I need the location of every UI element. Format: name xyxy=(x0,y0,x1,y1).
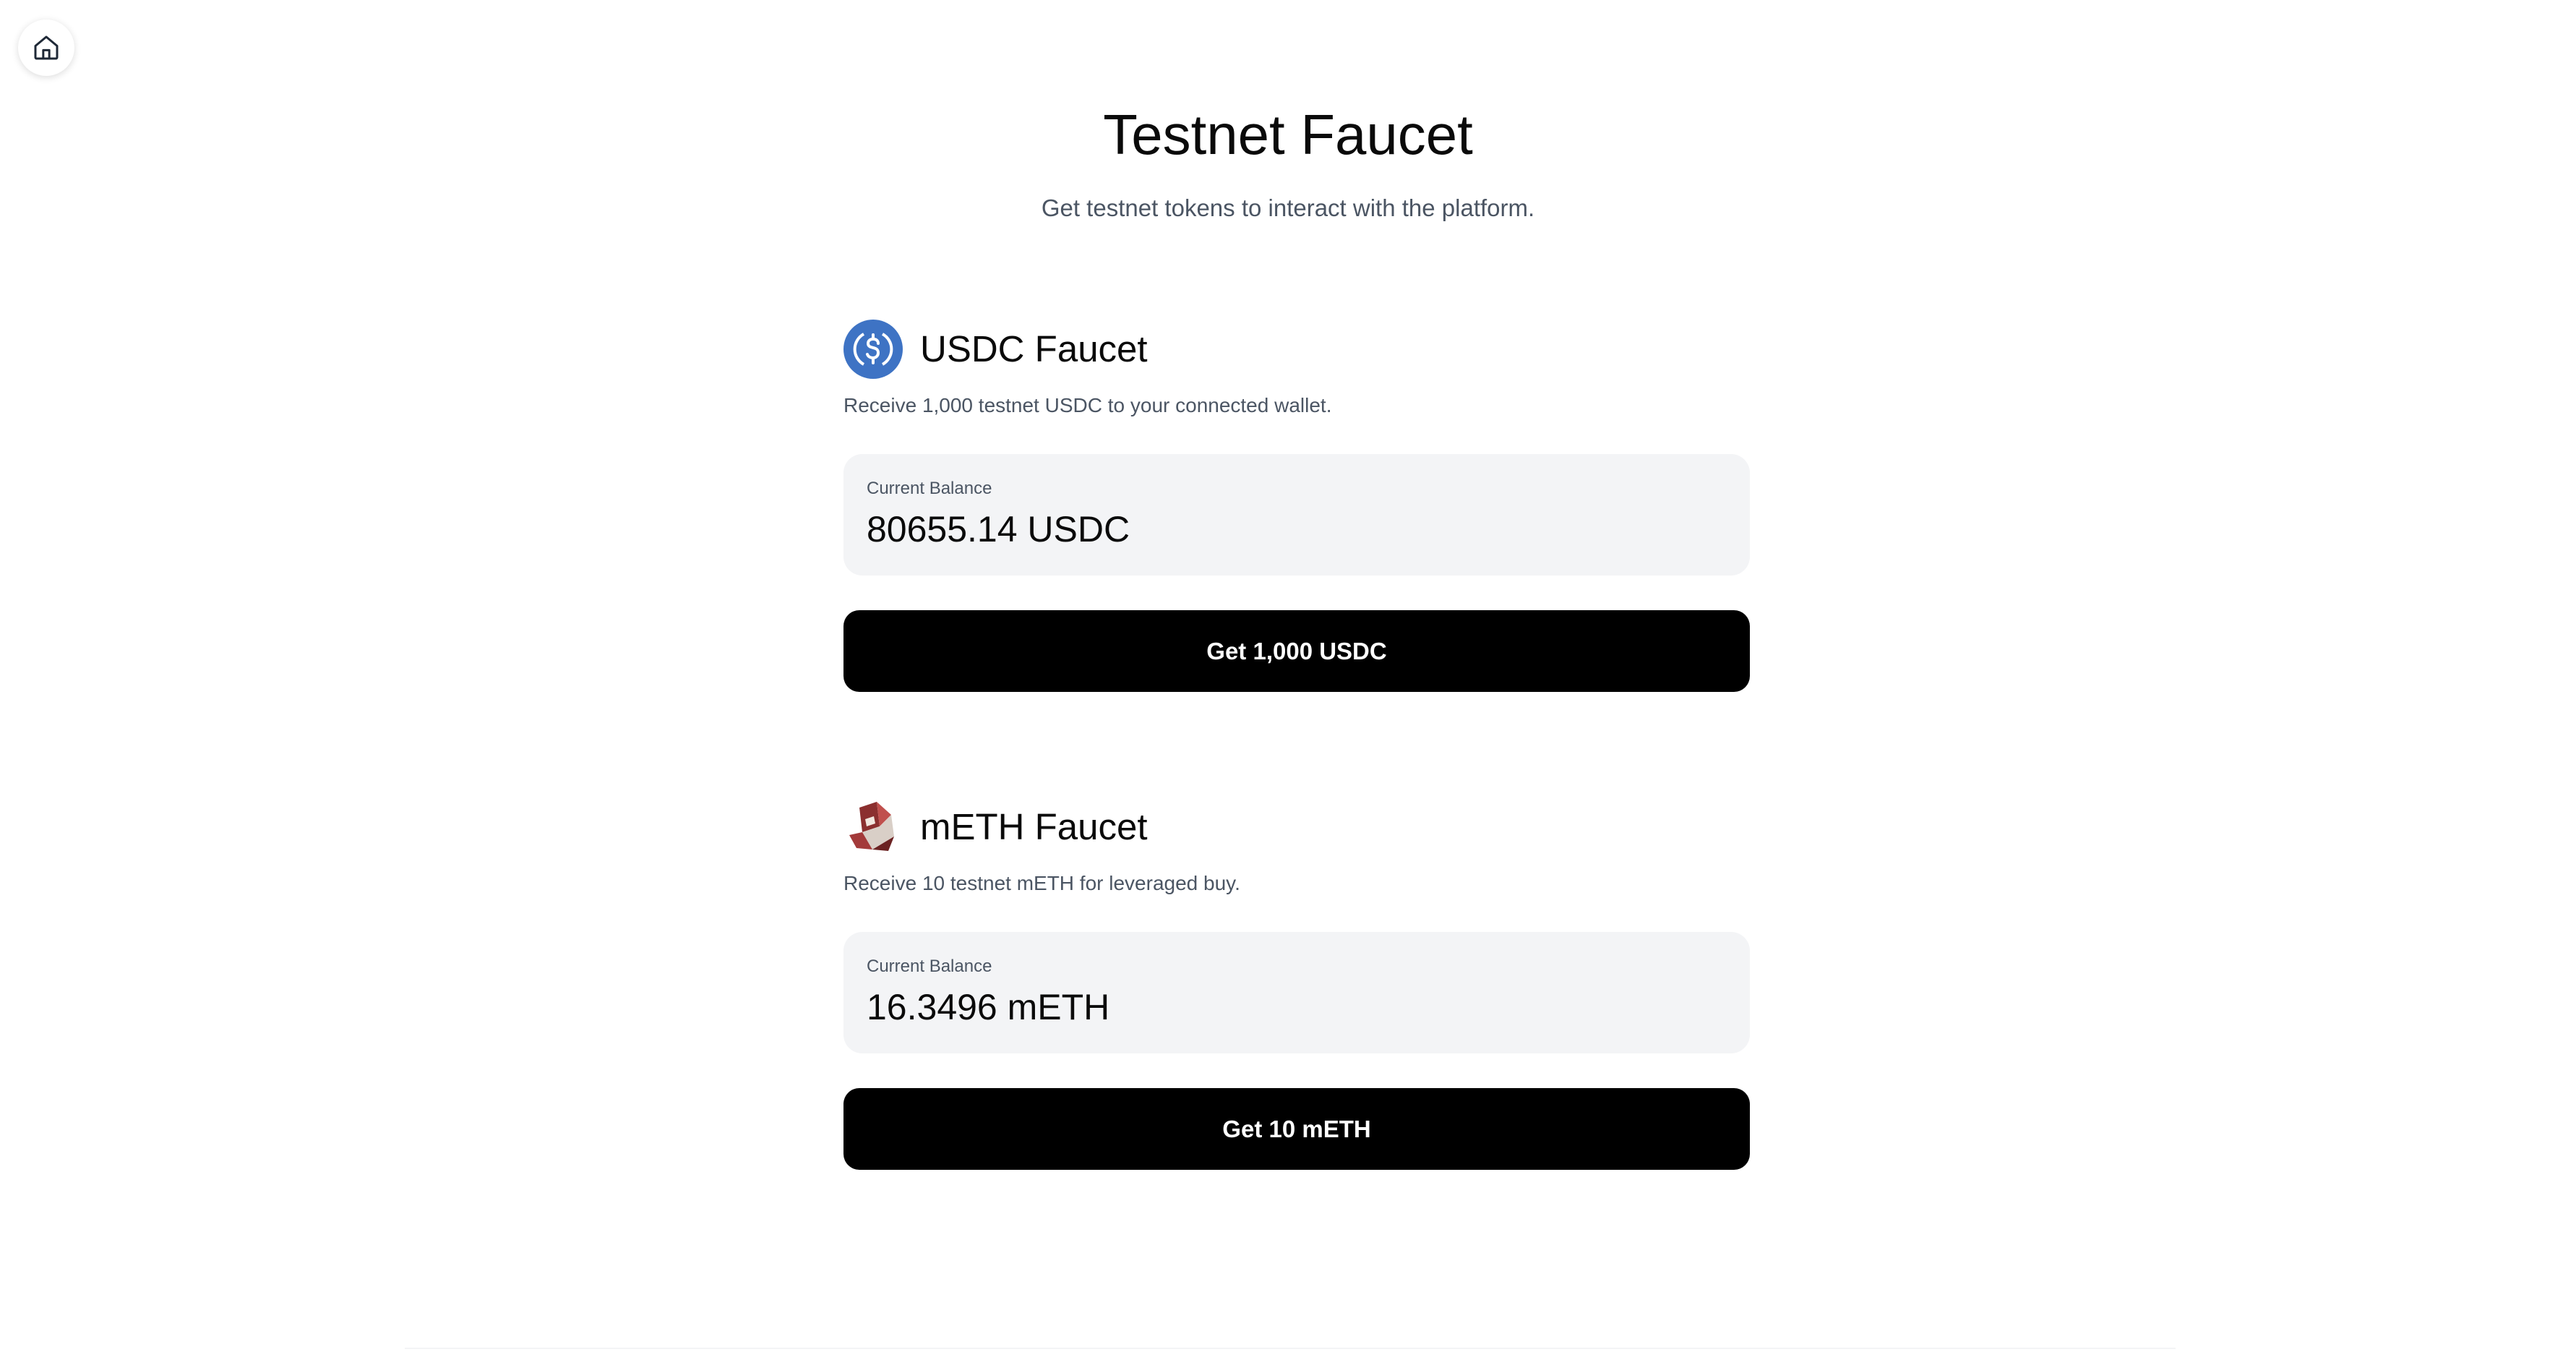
balance-value: 80655.14 USDC xyxy=(867,509,1130,549)
home-button[interactable] xyxy=(18,20,74,76)
balance-card: Current Balance 16.3496 mETH xyxy=(843,932,1750,1053)
page-header: Testnet Faucet Get testnet tokens to int… xyxy=(0,100,2576,223)
balance-value: 16.3496 mETH xyxy=(867,987,1110,1027)
usdc-coin-icon xyxy=(843,320,903,379)
footer-divider xyxy=(405,1348,2176,1349)
get-meth-button[interactable]: Get 10 mETH xyxy=(843,1088,1750,1170)
get-usdc-button[interactable]: Get 1,000 USDC xyxy=(843,610,1750,692)
balance-card: Current Balance 80655.14 USDC xyxy=(843,454,1750,576)
page-subtitle: Get testnet tokens to interact with the … xyxy=(1041,194,1535,221)
meth-faucet-section: mETH Faucet Receive 10 testnet mETH for … xyxy=(843,797,1750,1170)
balance-label: Current Balance xyxy=(867,479,992,498)
section-header: USDC Faucet xyxy=(843,320,1750,379)
section-title: mETH Faucet xyxy=(920,806,1148,847)
page-title: Testnet Faucet xyxy=(1103,103,1473,166)
section-description: Receive 10 testnet mETH for leveraged bu… xyxy=(843,872,1240,894)
section-header: mETH Faucet xyxy=(843,797,1750,857)
section-title: USDC Faucet xyxy=(920,328,1148,369)
home-icon xyxy=(34,35,59,60)
faucet-page: Testnet Faucet Get testnet tokens to int… xyxy=(0,0,2576,1352)
balance-label: Current Balance xyxy=(867,957,992,976)
section-description: Receive 1,000 testnet USDC to your conne… xyxy=(843,394,1332,416)
usdc-faucet-section: USDC Faucet Receive 1,000 testnet USDC t… xyxy=(843,320,1750,692)
meth-token-icon xyxy=(849,802,894,851)
